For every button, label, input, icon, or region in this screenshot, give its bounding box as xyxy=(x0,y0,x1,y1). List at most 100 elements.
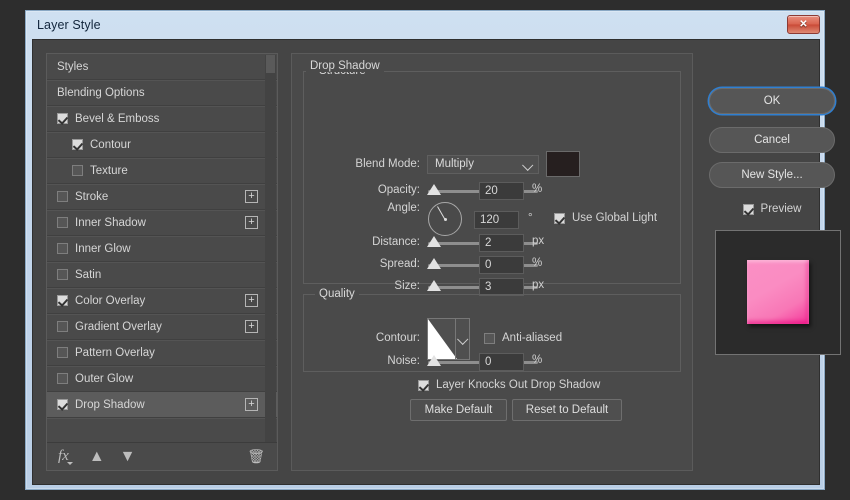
anti-aliased-row[interactable]: Anti-aliased xyxy=(484,332,562,344)
layer-knockout-checkbox[interactable] xyxy=(418,380,429,391)
styles-item-label: Inner Glow xyxy=(75,243,131,255)
blend-mode-label: Blend Mode: xyxy=(330,158,420,170)
styles-item-outer-glow[interactable]: Outer Glow xyxy=(47,366,277,392)
use-global-light-label: Use Global Light xyxy=(572,212,657,224)
styles-item-inner-glow[interactable]: Inner Glow xyxy=(47,236,277,262)
styles-toolbar: fx ▲ ▼ 🗑 xyxy=(47,442,277,470)
noise-label: Noise: xyxy=(330,355,420,367)
styles-item-add-icon[interactable]: + xyxy=(245,216,258,229)
angle-dial[interactable] xyxy=(428,202,462,236)
shadow-color-swatch[interactable] xyxy=(546,151,580,177)
styles-item-label: Drop Shadow xyxy=(75,399,145,411)
window-title: Layer Style xyxy=(37,18,101,32)
preview-checkbox[interactable] xyxy=(743,204,754,215)
ok-button[interactable]: OK xyxy=(709,88,835,114)
distance-unit: px xyxy=(532,235,544,247)
blend-mode-value: Multiply xyxy=(435,158,474,170)
size-slider-thumb[interactable] xyxy=(427,280,441,291)
styles-item-checkbox[interactable] xyxy=(57,269,68,280)
spread-input[interactable]: 0 xyxy=(479,256,524,274)
use-global-light-checkbox[interactable] xyxy=(554,213,565,224)
styles-item-checkbox[interactable] xyxy=(57,321,68,332)
styles-item-checkbox[interactable] xyxy=(57,373,68,384)
styles-item-styles[interactable]: Styles xyxy=(47,54,277,80)
opacity-input[interactable]: 20 xyxy=(479,182,524,200)
opacity-label: Opacity: xyxy=(330,184,420,196)
styles-list[interactable]: StylesBlending Options Bevel & Emboss Cont… xyxy=(47,54,277,444)
styles-item-drop-shadow[interactable]: Drop Shadow + xyxy=(47,392,277,418)
styles-item-label: Bevel & Emboss xyxy=(75,113,159,125)
make-default-button[interactable]: Make Default xyxy=(410,399,507,421)
styles-item-texture[interactable]: Texture xyxy=(47,158,277,184)
styles-item-label: Texture xyxy=(90,165,128,177)
opacity-unit: % xyxy=(532,183,542,195)
use-global-light-row[interactable]: Use Global Light xyxy=(554,212,657,224)
styles-item-add-icon[interactable]: + xyxy=(245,320,258,333)
angle-unit: ° xyxy=(528,212,533,224)
distance-label: Distance: xyxy=(320,236,420,248)
chevron-down-icon xyxy=(522,160,533,171)
styles-item-checkbox[interactable] xyxy=(72,139,83,150)
fx-icon[interactable]: fx xyxy=(58,448,69,465)
noise-unit: % xyxy=(532,354,542,366)
styles-item-checkbox[interactable] xyxy=(57,191,68,202)
reset-to-default-button[interactable]: Reset to Default xyxy=(512,399,622,421)
blend-mode-select[interactable]: Multiply xyxy=(427,155,539,174)
cancel-button[interactable]: Cancel xyxy=(709,127,835,153)
styles-item-checkbox[interactable] xyxy=(57,399,68,410)
dialog-client-area: StylesBlending Options Bevel & Emboss Cont… xyxy=(32,39,820,485)
anti-aliased-checkbox[interactable] xyxy=(484,333,495,344)
styles-item-label: Satin xyxy=(75,269,101,281)
styles-scrollbar[interactable] xyxy=(265,55,276,443)
styles-item-inner-shadow[interactable]: Inner Shadow+ xyxy=(47,210,277,236)
styles-item-satin[interactable]: Satin xyxy=(47,262,277,288)
styles-item-contour[interactable]: Contour xyxy=(47,132,277,158)
styles-item-add-icon[interactable]: + xyxy=(245,294,258,307)
contour-curve-svg xyxy=(428,319,457,359)
layer-knockout-row[interactable]: Layer Knocks Out Drop Shadow xyxy=(418,379,600,391)
noise-input[interactable]: 0 xyxy=(479,353,524,371)
styles-item-label: Gradient Overlay xyxy=(75,321,162,333)
new-style-button[interactable]: New Style... xyxy=(709,162,835,188)
close-icon[interactable]: ✕ xyxy=(787,15,820,34)
contour-curve-icon xyxy=(428,319,457,359)
styles-item-label: Contour xyxy=(90,139,131,151)
styles-item-checkbox[interactable] xyxy=(57,243,68,254)
spread-slider-thumb[interactable] xyxy=(427,258,441,269)
noise-slider-thumb[interactable] xyxy=(427,355,441,366)
styles-item-pattern-overlay[interactable]: Pattern Overlay xyxy=(47,340,277,366)
title-bar[interactable]: Layer Style ✕ xyxy=(26,11,824,39)
styles-item-checkbox[interactable] xyxy=(72,165,83,176)
styles-item-label: Stroke xyxy=(75,191,108,203)
styles-item-add-icon[interactable]: + xyxy=(245,398,258,411)
styles-item-blending-options[interactable]: Blending Options xyxy=(47,80,277,106)
distance-slider-thumb[interactable] xyxy=(427,236,441,247)
move-up-icon[interactable]: ▲ xyxy=(89,448,105,466)
angle-input[interactable]: 120 xyxy=(474,211,519,229)
styles-item-add-icon[interactable]: + xyxy=(245,190,258,203)
styles-item-checkbox[interactable] xyxy=(57,217,68,228)
anti-aliased-label: Anti-aliased xyxy=(502,332,562,344)
angle-center-dot xyxy=(444,218,447,221)
styles-item-stroke[interactable]: Stroke + xyxy=(47,184,277,210)
quality-legend: Quality xyxy=(315,288,359,300)
styles-item-label: Color Overlay xyxy=(75,295,145,307)
spread-unit: % xyxy=(532,257,542,269)
distance-input[interactable]: 2 xyxy=(479,234,524,252)
opacity-slider-thumb[interactable] xyxy=(427,184,441,195)
styles-item-color-overlay[interactable]: Color Overlay + xyxy=(47,288,277,314)
styles-scrollbar-thumb[interactable] xyxy=(266,55,275,73)
move-down-icon[interactable]: ▼ xyxy=(120,448,136,466)
styles-item-checkbox[interactable] xyxy=(57,295,68,306)
trash-icon[interactable]: 🗑 xyxy=(247,448,265,465)
styles-item-checkbox[interactable] xyxy=(57,113,68,124)
angle-label: Angle: xyxy=(330,202,420,214)
styles-item-bevel-emboss[interactable]: Bevel & Emboss xyxy=(47,106,277,132)
contour-swatch[interactable] xyxy=(427,318,470,360)
styles-item-gradient-overlay[interactable]: Gradient Overlay + xyxy=(47,314,277,340)
contour-dropdown-button[interactable] xyxy=(455,319,469,359)
styles-item-checkbox[interactable] xyxy=(57,347,68,358)
layer-style-dialog: Layer Style ✕ StylesBlending Options Beve… xyxy=(25,10,825,490)
preview-thumbnail xyxy=(715,230,841,355)
preview-toggle-row[interactable]: Preview xyxy=(705,203,839,215)
